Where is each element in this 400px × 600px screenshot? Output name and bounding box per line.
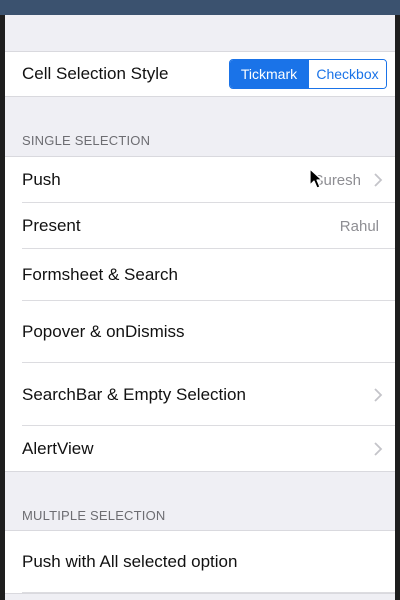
top-spacer: [5, 15, 395, 51]
segment-tickmark[interactable]: Tickmark: [230, 60, 308, 88]
row-searchbar-empty-selection-label: SearchBar & Empty Selection: [22, 384, 246, 404]
status-bar: [0, 0, 400, 15]
row-formsheet-search[interactable]: Formsheet & Search: [5, 249, 395, 301]
row-push-all-selected[interactable]: Push with All selected option: [5, 531, 395, 593]
mouse-pointer-icon: [309, 168, 323, 189]
chevron-right-icon: [374, 441, 383, 456]
row-alertview-label: AlertView: [22, 438, 94, 458]
row-popover-ondismiss-label: Popover & onDismiss: [22, 322, 185, 341]
row-alertview[interactable]: AlertView: [5, 426, 395, 471]
cell-selection-style-row: Cell Selection Style Tickmark Checkbox: [5, 52, 395, 96]
row-present-detail: Rahul: [339, 217, 379, 235]
selection-style-group: Cell Selection Style Tickmark Checkbox: [5, 51, 395, 97]
row-formsheet-search-label: Formsheet & Search: [22, 265, 178, 284]
row-push-all-selected-label: Push with All selected option: [22, 552, 238, 571]
chevron-right-icon: [374, 387, 383, 402]
row-push-label: Push: [22, 170, 61, 189]
single-selection-header: SINGLE SELECTION: [22, 133, 151, 148]
settings-screen: Cell Selection Style Tickmark Checkbox S…: [5, 15, 395, 600]
row-present-label: Present: [22, 216, 81, 235]
chevron-right-icon: [374, 173, 383, 187]
single-selection-group: Push Suresh Present Rahul Formsheet & Se…: [5, 156, 395, 472]
selection-style-segmented-control[interactable]: Tickmark Checkbox: [229, 59, 387, 89]
row-separator: [22, 592, 395, 593]
multiple-selection-header: MULTIPLE SELECTION: [22, 508, 166, 523]
segment-checkbox[interactable]: Checkbox: [308, 60, 386, 88]
cell-selection-style-label: Cell Selection Style: [22, 64, 169, 83]
row-present[interactable]: Present Rahul: [5, 203, 395, 249]
row-searchbar-empty-selection[interactable]: SearchBar & Empty Selection: [5, 363, 395, 426]
multiple-selection-group: Push with All selected option: [5, 530, 395, 594]
row-push[interactable]: Push Suresh: [5, 157, 395, 203]
row-popover-ondismiss[interactable]: Popover & onDismiss: [5, 301, 395, 363]
